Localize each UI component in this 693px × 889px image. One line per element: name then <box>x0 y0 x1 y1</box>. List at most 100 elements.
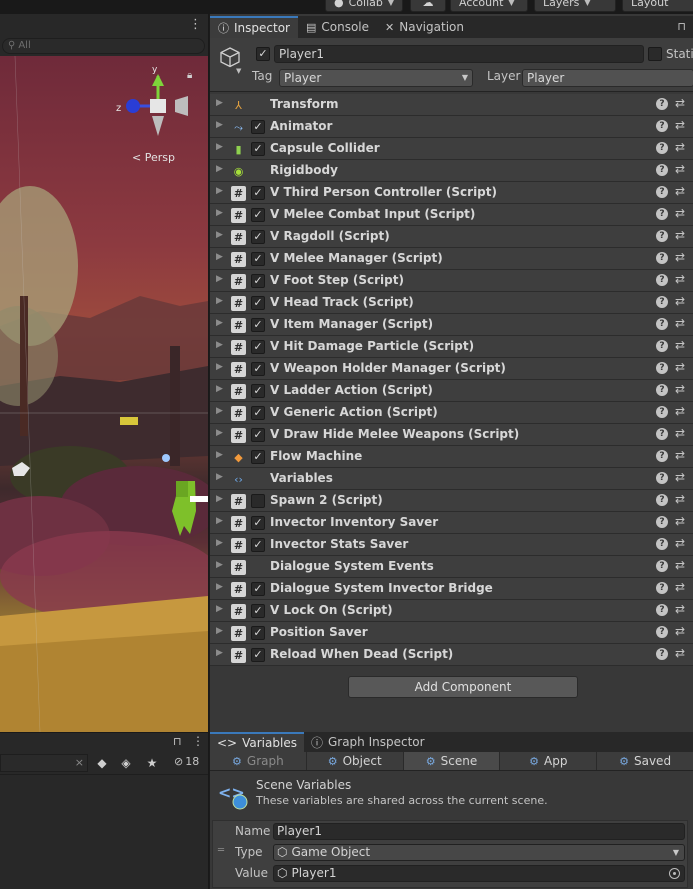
component-row[interactable]: ▶ ▮ ✓ Capsule Collider? ⇄ <box>210 138 693 160</box>
foldout-arrow-icon[interactable]: ▶ <box>216 274 223 284</box>
component-enabled-checkbox[interactable]: ✓ <box>251 450 265 464</box>
account-button[interactable]: Account ▼ <box>450 0 528 12</box>
tag-icon[interactable]: ◈ <box>118 755 134 771</box>
help-icon[interactable]: ? <box>656 318 668 330</box>
static-checkbox[interactable] <box>648 47 662 61</box>
component-settings-icon[interactable]: ⇄ <box>675 228 685 242</box>
foldout-arrow-icon[interactable]: ▶ <box>216 560 223 570</box>
help-icon[interactable]: ? <box>656 296 668 308</box>
component-row[interactable]: ▶ ‹› Variables? ⇄ <box>210 468 693 490</box>
help-icon[interactable]: ? <box>656 362 668 374</box>
component-row[interactable]: ▶ # ✓ V Head Track (Script)? ⇄ <box>210 292 693 314</box>
help-icon[interactable]: ? <box>656 406 668 418</box>
help-icon[interactable]: ? <box>656 626 668 638</box>
component-enabled-checkbox[interactable]: ✓ <box>251 384 265 398</box>
component-settings-icon[interactable]: ⇄ <box>675 646 685 660</box>
foldout-arrow-icon[interactable]: ▶ <box>216 164 223 174</box>
help-icon[interactable]: ? <box>656 208 668 220</box>
perspective-label[interactable]: < Persp <box>132 151 175 164</box>
component-row[interactable]: ▶ # ✓ Reload When Dead (Script)? ⇄ <box>210 644 693 666</box>
variable-type-dropdown[interactable]: ⬡ Game Object ▼ <box>273 844 685 861</box>
component-enabled-checkbox[interactable]: ✓ <box>251 516 265 530</box>
scene-viewport[interactable]: z y < Persp 🔒︎ <box>0 56 208 732</box>
collab-button[interactable]: ● Collab ▼ <box>325 0 404 12</box>
component-enabled-checkbox[interactable] <box>251 494 265 508</box>
lock-icon[interactable]: 🔒︎ <box>187 70 192 81</box>
gameobject-active-checkbox[interactable]: ✓ <box>256 47 270 61</box>
component-settings-icon[interactable]: ⇄ <box>675 360 685 374</box>
component-row[interactable]: ▶ # ✓ V Weapon Holder Manager (Script)? ⇄ <box>210 358 693 380</box>
component-enabled-checkbox[interactable]: ✓ <box>251 186 265 200</box>
cloud-button[interactable]: ☁ <box>410 0 446 12</box>
help-icon[interactable]: ? <box>656 252 668 264</box>
lock-icon[interactable]: ⊓ <box>173 735 182 748</box>
help-icon[interactable]: ? <box>656 384 668 396</box>
component-row[interactable]: ▶ # ✓ V Melee Manager (Script)? ⇄ <box>210 248 693 270</box>
component-settings-icon[interactable]: ⇄ <box>675 294 685 308</box>
component-settings-icon[interactable]: ⇄ <box>675 382 685 396</box>
component-settings-icon[interactable]: ⇄ <box>675 184 685 198</box>
foldout-arrow-icon[interactable]: ▶ <box>216 362 223 372</box>
component-enabled-checkbox[interactable]: ✓ <box>251 340 265 354</box>
component-enabled-checkbox[interactable]: ✓ <box>251 274 265 288</box>
foldout-arrow-icon[interactable]: ▶ <box>216 318 223 328</box>
tab-navigation[interactable]: ✕ Navigation <box>377 16 472 38</box>
foldout-arrow-icon[interactable]: ▶ <box>216 120 223 130</box>
scope-saved[interactable]: ⚙ Saved <box>597 752 693 770</box>
component-settings-icon[interactable]: ⇄ <box>675 96 685 110</box>
component-row[interactable]: ▶ ⤳ ✓ Animator? ⇄ <box>210 116 693 138</box>
help-icon[interactable]: ? <box>656 98 668 110</box>
foldout-arrow-icon[interactable]: ▶ <box>216 516 223 526</box>
component-enabled-checkbox[interactable]: ✓ <box>251 538 265 552</box>
tab-inspector[interactable]: ⓘ Inspector <box>210 16 298 38</box>
foldout-arrow-icon[interactable]: ▶ <box>216 626 223 636</box>
foldout-arrow-icon[interactable]: ▶ <box>216 538 223 548</box>
component-settings-icon[interactable]: ⇄ <box>675 426 685 440</box>
component-settings-icon[interactable]: ⇄ <box>675 470 685 484</box>
scope-app[interactable]: ⚙ App <box>500 752 598 770</box>
component-enabled-checkbox[interactable]: ✓ <box>251 626 265 640</box>
foldout-arrow-icon[interactable]: ▶ <box>216 472 223 482</box>
scope-scene[interactable]: ⚙ Scene <box>403 752 501 770</box>
component-row[interactable]: ▶ # ✓ V Draw Hide Melee Weapons (Script)? ⇄ <box>210 424 693 446</box>
foldout-arrow-icon[interactable]: ▶ <box>216 384 223 394</box>
hierarchy-search-input[interactable]: × <box>0 754 88 772</box>
component-enabled-checkbox[interactable]: ✓ <box>251 428 265 442</box>
component-row[interactable]: ▶ # ✓ V Ladder Action (Script)? ⇄ <box>210 380 693 402</box>
component-enabled-checkbox[interactable]: ✓ <box>251 230 265 244</box>
component-enabled-checkbox[interactable]: ✓ <box>251 318 265 332</box>
component-settings-icon[interactable]: ⇄ <box>675 140 685 154</box>
tab-graph-inspector[interactable]: ⓘ Graph Inspector <box>304 732 432 752</box>
component-enabled-checkbox[interactable]: ✓ <box>251 406 265 420</box>
variable-value-field[interactable]: ⬡ Player1 <box>273 865 685 882</box>
kebab-menu-icon[interactable]: ⋮ <box>192 734 204 748</box>
foldout-arrow-icon[interactable]: ▶ <box>216 98 223 108</box>
component-row[interactable]: ▶ ◆ ✓ Flow Machine? ⇄ <box>210 446 693 468</box>
chevron-down-icon[interactable]: ▼ <box>236 67 241 75</box>
foldout-arrow-icon[interactable]: ▶ <box>216 186 223 196</box>
tab-variables[interactable]: <> Variables <box>210 732 304 752</box>
component-settings-icon[interactable]: ⇄ <box>675 602 685 616</box>
hidden-count[interactable]: ⊘ 18 <box>174 755 199 768</box>
component-row[interactable]: ▶ # ✓ Invector Stats Saver? ⇄ <box>210 534 693 556</box>
component-row[interactable]: ▶ ⅄ Transform? ⇄ <box>210 94 693 116</box>
kebab-menu-icon[interactable]: ⋮ <box>189 17 202 32</box>
component-settings-icon[interactable]: ⇄ <box>675 162 685 176</box>
component-row[interactable]: ▶ # ✓ Position Saver? ⇄ <box>210 622 693 644</box>
foldout-arrow-icon[interactable]: ▶ <box>216 340 223 350</box>
help-icon[interactable]: ? <box>656 186 668 198</box>
component-enabled-checkbox[interactable]: ✓ <box>251 582 265 596</box>
component-row[interactable]: ▶ ◉ Rigidbody? ⇄ <box>210 160 693 182</box>
component-settings-icon[interactable]: ⇄ <box>675 580 685 594</box>
component-settings-icon[interactable]: ⇄ <box>675 624 685 638</box>
help-icon[interactable]: ? <box>656 142 668 154</box>
component-row[interactable]: ▶ # ✓ V Melee Combat Input (Script)? ⇄ <box>210 204 693 226</box>
foldout-arrow-icon[interactable]: ▶ <box>216 406 223 416</box>
component-row[interactable]: ▶ # ✓ V Foot Step (Script)? ⇄ <box>210 270 693 292</box>
help-icon[interactable]: ? <box>656 120 668 132</box>
component-row[interactable]: ▶ # ✓ Dialogue System Invector Bridge? ⇄ <box>210 578 693 600</box>
component-settings-icon[interactable]: ⇄ <box>675 206 685 220</box>
foldout-arrow-icon[interactable]: ▶ <box>216 230 223 240</box>
layers-button[interactable]: Layers ▼ <box>534 0 616 12</box>
component-settings-icon[interactable]: ⇄ <box>675 492 685 506</box>
